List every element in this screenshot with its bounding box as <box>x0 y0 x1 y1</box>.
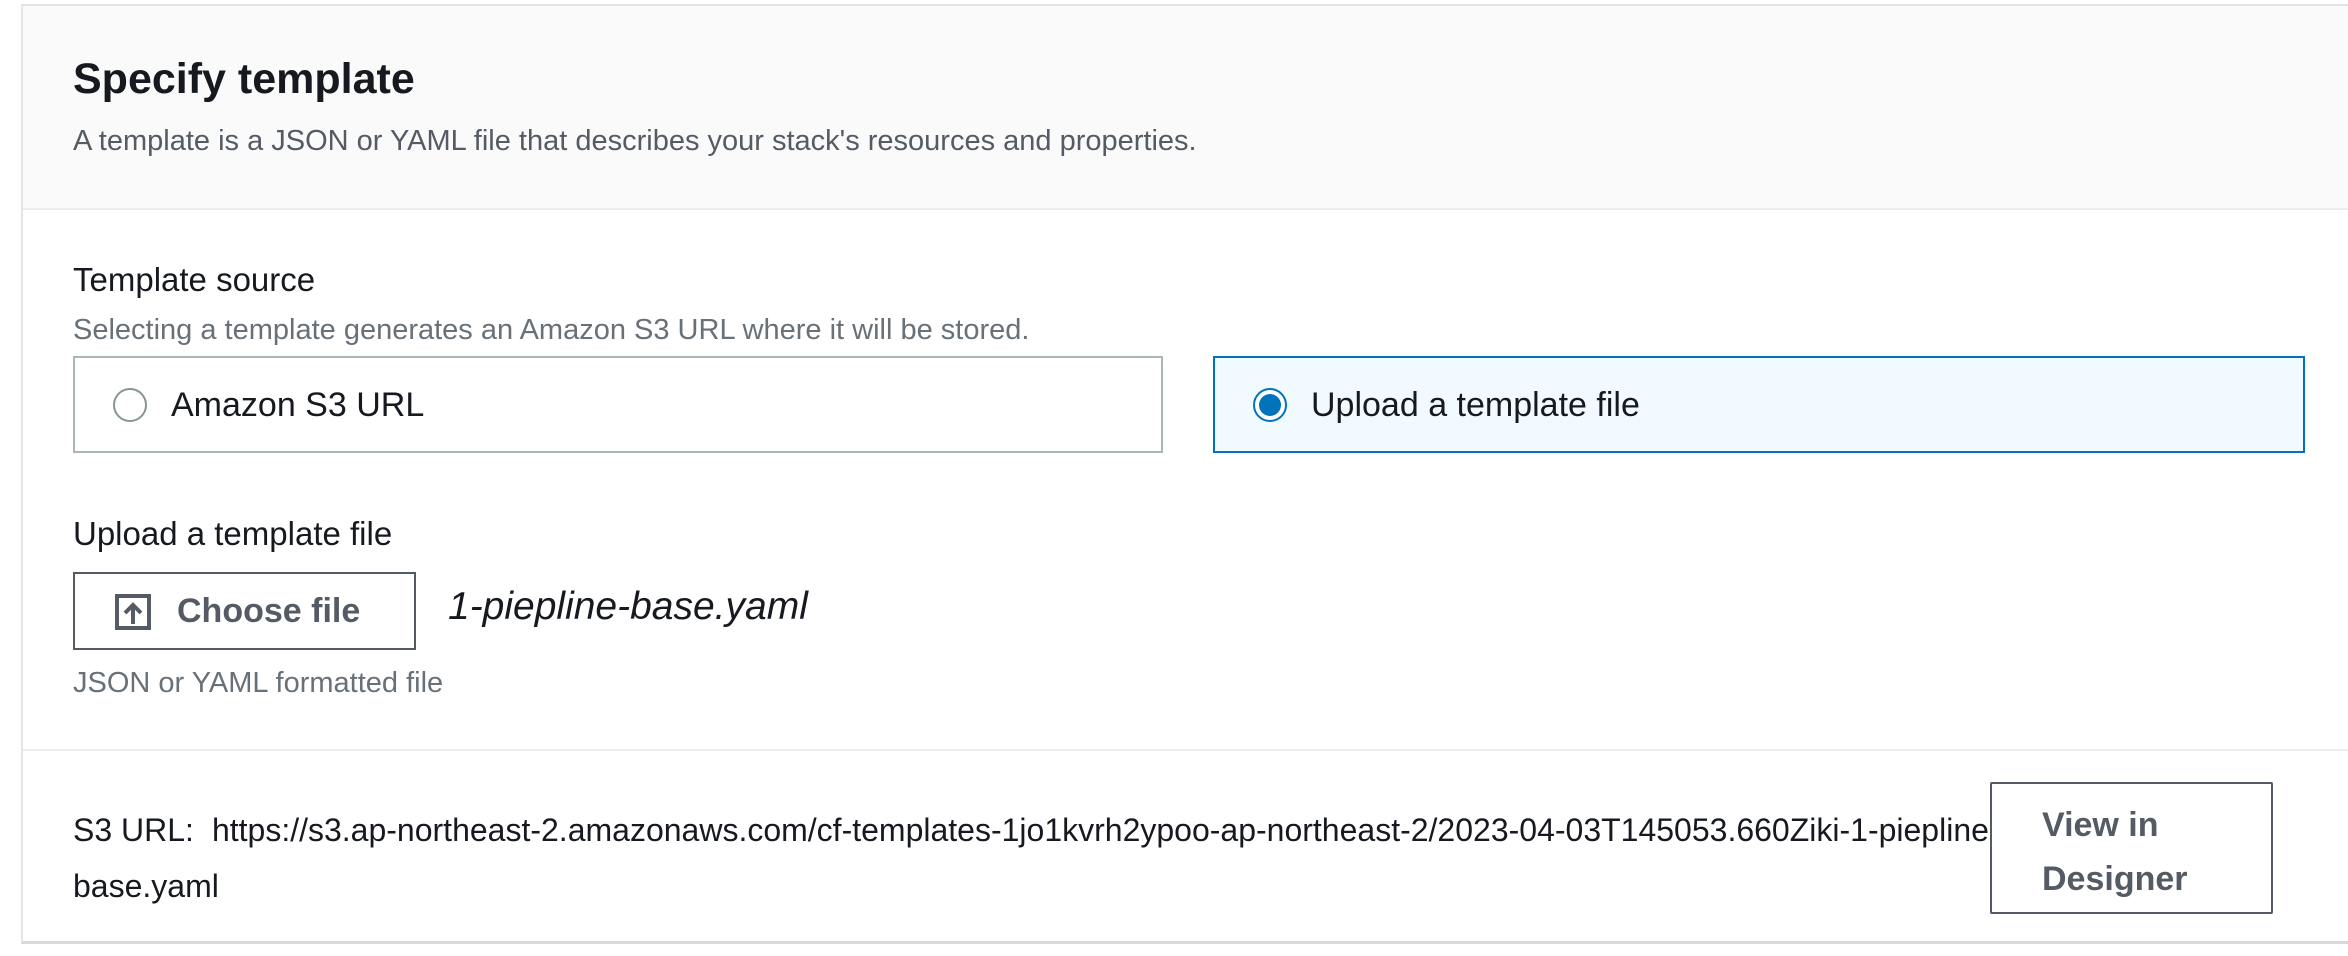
choose-file-button[interactable]: Choose file <box>73 572 416 650</box>
view-in-designer-button[interactable]: View in Designer <box>1990 782 2273 914</box>
radio-button-unchecked[interactable] <box>113 388 147 422</box>
selected-file-name: 1-piepline-base.yaml <box>448 585 808 628</box>
template-source-hint: Selecting a template generates an Amazon… <box>73 314 1030 346</box>
option-label: Upload a template file <box>1311 386 1640 424</box>
panel-header: Specify template A template is a JSON or… <box>23 6 2348 210</box>
radio-button-checked[interactable] <box>1253 388 1287 422</box>
template-source-label: Template source <box>73 261 316 298</box>
s3-url-value: https://s3.ap-northeast-2.amazonaws.com/… <box>73 812 2000 904</box>
upload-icon <box>115 594 151 630</box>
s3-url-label: S3 URL: <box>73 812 194 848</box>
option-label: Amazon S3 URL <box>171 386 425 424</box>
upload-template-label: Upload a template file <box>73 515 393 552</box>
upload-hint: JSON or YAML formatted file <box>73 667 444 699</box>
option-amazon-s3-url[interactable]: Amazon S3 URL <box>73 356 1163 453</box>
page-description: A template is a JSON or YAML file that d… <box>73 125 1197 157</box>
s3-url-display: S3 URL: https://s3.ap-northeast-2.amazona… <box>73 802 2003 914</box>
choose-file-label: Choose file <box>177 592 361 630</box>
divider <box>23 749 2348 751</box>
page-title: Specify template <box>73 55 415 103</box>
option-upload-template-file[interactable]: Upload a template file <box>1213 356 2305 453</box>
specify-template-panel: Specify template A template is a JSON or… <box>21 4 2348 944</box>
view-in-designer-label: View in Designer <box>2042 806 2188 898</box>
